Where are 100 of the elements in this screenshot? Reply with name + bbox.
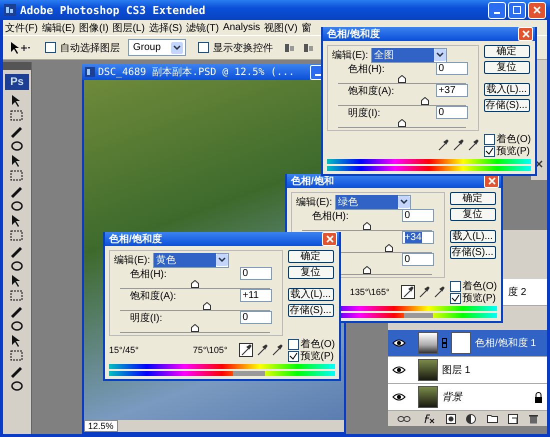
- dialog-button[interactable]: 确定: [450, 192, 496, 205]
- layer-row[interactable]: 背景: [388, 384, 547, 411]
- eye-icon[interactable]: [392, 392, 406, 402]
- tool-icon[interactable]: [9, 109, 25, 123]
- edit-dropdown[interactable]: 绿色: [335, 194, 412, 210]
- tool-icon[interactable]: [9, 304, 25, 318]
- slider-thumb[interactable]: [362, 222, 371, 230]
- checkbox[interactable]: [288, 338, 299, 350]
- close-icon[interactable]: [535, 160, 543, 168]
- checkbox[interactable]: [484, 134, 495, 144]
- checkbox[interactable]: [450, 280, 461, 292]
- slider-thumb[interactable]: [398, 75, 406, 83]
- slider-thumb[interactable]: [190, 324, 199, 332]
- trash-icon[interactable]: [528, 414, 538, 424]
- value-field[interactable]: 0: [240, 267, 272, 280]
- tool-icon[interactable]: [9, 364, 25, 378]
- checkbox[interactable]: [198, 42, 209, 53]
- tool-icon[interactable]: [9, 139, 25, 153]
- menu-item[interactable]: 窗: [302, 20, 312, 34]
- tool-icon[interactable]: [9, 259, 25, 273]
- eye-icon[interactable]: [392, 365, 406, 375]
- adjustment-icon[interactable]: [466, 414, 476, 424]
- dialog-button[interactable]: 载入(L)...: [288, 288, 334, 301]
- group-dropdown[interactable]: Group: [128, 39, 186, 56]
- close-button[interactable]: [528, 2, 546, 18]
- dialog-button[interactable]: 载入(L)...: [484, 83, 530, 96]
- value-field[interactable]: 0: [436, 106, 468, 119]
- menu-item[interactable]: 图层(L): [112, 20, 145, 34]
- range-marker[interactable]: [233, 371, 265, 376]
- close-button[interactable]: [518, 27, 533, 41]
- dialog-button[interactable]: 存储(S)...: [450, 246, 496, 259]
- align-icon[interactable]: [284, 42, 296, 54]
- value-field[interactable]: 0: [402, 253, 434, 266]
- checkbox[interactable]: [288, 350, 299, 362]
- tool-icon[interactable]: [9, 379, 25, 393]
- value-field[interactable]: +11: [240, 289, 272, 302]
- eyedropper-icon[interactable]: [256, 344, 268, 356]
- tool-icon[interactable]: [9, 319, 25, 333]
- tool-icon[interactable]: [9, 349, 25, 363]
- dialog-button[interactable]: 存储(S)...: [484, 99, 530, 112]
- range-marker[interactable]: [404, 313, 434, 318]
- value-field[interactable]: +34: [402, 231, 434, 244]
- maximize-button[interactable]: [508, 2, 526, 18]
- minimize-button[interactable]: [488, 2, 506, 18]
- menu-item[interactable]: 文件(F): [5, 20, 38, 34]
- dialog-button[interactable]: 存储(S)...: [288, 304, 334, 317]
- tool-icon[interactable]: [9, 289, 25, 303]
- value-field[interactable]: 0: [402, 209, 434, 222]
- checkbox[interactable]: [450, 292, 461, 304]
- tool-icon[interactable]: [9, 169, 25, 183]
- menu-item[interactable]: 选择(S): [148, 20, 182, 34]
- value-field[interactable]: 0: [436, 62, 468, 75]
- new-layer-icon[interactable]: [508, 414, 518, 424]
- eyedropper-icon[interactable]: [400, 285, 415, 299]
- tool-icon[interactable]: [9, 199, 25, 213]
- checkbox[interactable]: [484, 146, 495, 156]
- dialog-button[interactable]: 复位: [450, 208, 496, 221]
- slider-thumb[interactable]: [202, 302, 211, 310]
- eyedropper-icon[interactable]: [452, 139, 464, 151]
- menu-item[interactable]: 滤镜(T): [186, 20, 219, 34]
- menu-item[interactable]: 图像(I): [79, 20, 109, 34]
- align-icon[interactable]: [302, 42, 315, 54]
- menu-item[interactable]: 编辑(E): [42, 20, 76, 34]
- move-tool-icon[interactable]: [9, 40, 31, 54]
- effects-icon[interactable]: [422, 414, 436, 424]
- tool-icon[interactable]: [9, 184, 25, 198]
- dialog-button[interactable]: 复位: [484, 61, 530, 74]
- eyedropper-icon[interactable]: [418, 286, 430, 298]
- slider-thumb[interactable]: [384, 244, 393, 252]
- value-field[interactable]: +37: [436, 84, 468, 97]
- tool-icon[interactable]: [9, 124, 25, 138]
- dialog-button[interactable]: 确定: [484, 45, 530, 58]
- eyedropper-icon[interactable]: [436, 139, 449, 151]
- menu-item[interactable]: Analysis: [222, 22, 260, 33]
- menu-item[interactable]: 视图(V): [264, 20, 298, 34]
- dialog-button[interactable]: 确定: [288, 250, 334, 263]
- panel-grip[interactable]: [3, 62, 31, 70]
- slider-thumb[interactable]: [190, 280, 199, 288]
- dialog-button[interactable]: 载入(L)...: [450, 230, 496, 243]
- edit-dropdown[interactable]: 黄色: [153, 252, 230, 268]
- link-icon[interactable]: [397, 414, 412, 422]
- value-field[interactable]: 0: [240, 311, 272, 324]
- slider-thumb[interactable]: [420, 97, 429, 105]
- eyedropper-icon[interactable]: [466, 139, 479, 151]
- tool-icon[interactable]: [9, 244, 25, 258]
- checkbox[interactable]: [45, 42, 56, 53]
- folder-icon[interactable]: [486, 414, 498, 423]
- slider-thumb[interactable]: [398, 119, 406, 127]
- edit-dropdown[interactable]: 全图: [371, 48, 448, 62]
- eyedropper-icon[interactable]: [432, 286, 445, 298]
- eyedropper-icon[interactable]: [270, 344, 283, 356]
- eye-icon[interactable]: [392, 338, 406, 348]
- layer-row[interactable]: 色相/饱和度 1: [388, 330, 547, 357]
- layer-row[interactable]: 图层 1: [388, 357, 547, 384]
- slider-thumb[interactable]: [362, 266, 371, 274]
- dialog-button[interactable]: 复位: [288, 266, 334, 279]
- eyedropper-icon[interactable]: [238, 343, 253, 357]
- close-button[interactable]: [322, 232, 337, 246]
- mask-icon[interactable]: [446, 414, 456, 424]
- tool-icon[interactable]: [9, 229, 25, 243]
